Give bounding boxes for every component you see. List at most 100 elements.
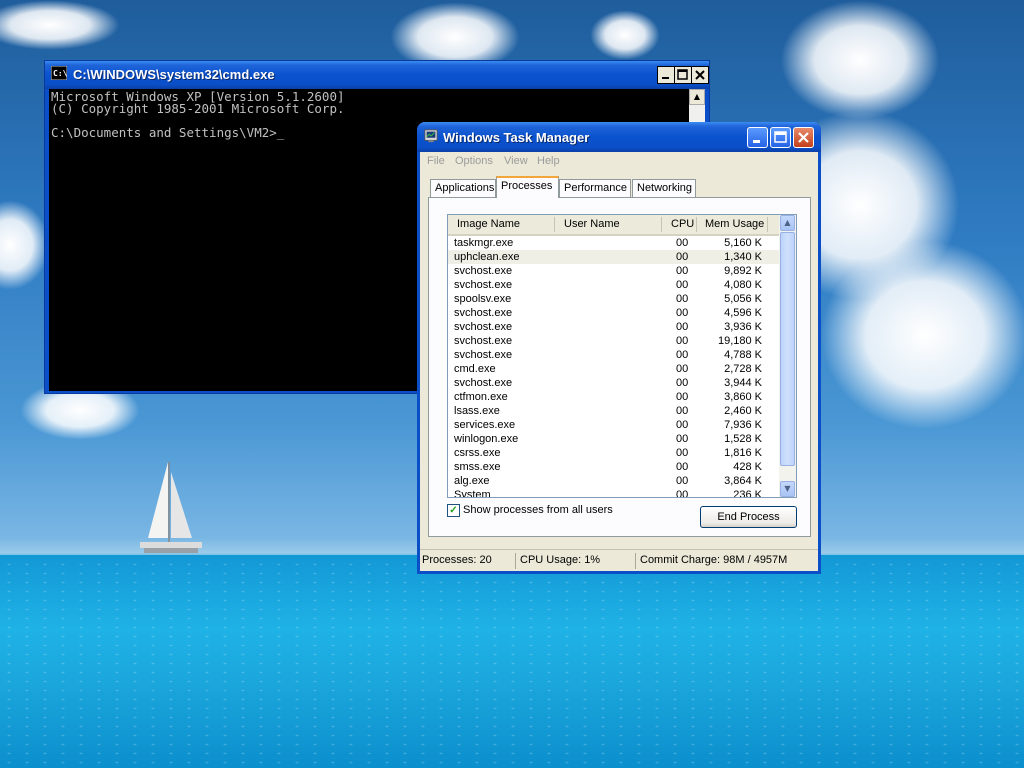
end-process-button[interactable]: End Process — [700, 506, 797, 528]
process-name: taskmgr.exe — [454, 237, 514, 249]
cloud — [820, 240, 1024, 430]
minimize-icon — [662, 77, 669, 79]
task-manager-icon — [424, 129, 438, 143]
table-row[interactable]: svchost.exe 00 4,080 K — [448, 278, 780, 292]
process-cpu: 00 — [676, 237, 689, 249]
process-name: winlogon.exe — [454, 433, 519, 445]
taskmgr-close-button[interactable] — [793, 127, 814, 148]
table-row[interactable]: System 00 236 K — [448, 488, 780, 497]
table-row[interactable]: taskmgr.exe 00 5,160 K — [448, 236, 780, 250]
process-name: cmd.exe — [454, 363, 496, 375]
column-user-name[interactable]: User Name — [564, 218, 620, 230]
arrow-down-icon[interactable]: ▼ — [780, 481, 795, 497]
process-mem-usage: 3,864 K — [724, 475, 762, 487]
process-name: svchost.exe — [454, 335, 513, 347]
process-name: services.exe — [454, 419, 516, 431]
cmd-close-button[interactable] — [691, 66, 709, 84]
table-row[interactable]: services.exe 00 7,936 K — [448, 418, 780, 432]
table-row[interactable]: lsass.exe 00 2,460 K — [448, 404, 780, 418]
table-row[interactable]: svchost.exe 00 9,892 K — [448, 264, 780, 278]
tab-networking[interactable]: Networking — [632, 179, 696, 197]
column-divider[interactable] — [767, 217, 768, 232]
process-cpu: 00 — [676, 363, 689, 375]
process-name: spoolsv.exe — [454, 293, 512, 305]
taskmgr-title: Windows Task Manager — [443, 130, 590, 145]
arrow-up-icon[interactable]: ▲ — [780, 215, 795, 231]
process-name: ctfmon.exe — [454, 391, 508, 403]
process-cpu: 00 — [676, 405, 689, 417]
table-row[interactable]: spoolsv.exe 00 5,056 K — [448, 292, 780, 306]
process-name: csrss.exe — [454, 447, 501, 459]
menu-file[interactable]: File — [427, 155, 445, 167]
process-cpu: 00 — [676, 279, 689, 291]
column-divider[interactable] — [661, 217, 662, 232]
cmd-maximize-button[interactable] — [674, 66, 692, 84]
taskmgr-maximize-button[interactable] — [770, 127, 791, 148]
cmd-titlebar[interactable]: C:\ C:\WINDOWS\system32\cmd.exe — [45, 61, 709, 89]
process-rows: taskmgr.exe 00 5,160 K uphclean.exe 00 1,340 … — [448, 236, 780, 497]
process-name: svchost.exe — [454, 321, 513, 333]
process-mem-usage: 5,160 K — [724, 237, 762, 249]
column-image-name[interactable]: Image Name — [457, 218, 520, 230]
process-name: svchost.exe — [454, 265, 513, 277]
maximize-icon — [677, 69, 688, 80]
task-manager-window[interactable]: Windows Task Manager File Options View H… — [417, 122, 821, 574]
process-name: svchost.exe — [454, 307, 513, 319]
status-commit-charge: Commit Charge: 98M / 4957M — [640, 554, 788, 566]
process-mem-usage: 2,460 K — [724, 405, 762, 417]
minimize-icon — [753, 140, 760, 143]
column-divider[interactable] — [696, 217, 697, 232]
close-icon — [695, 70, 705, 80]
close-icon — [798, 132, 809, 143]
column-divider[interactable] — [554, 217, 555, 232]
taskmgr-minimize-button[interactable] — [747, 127, 768, 148]
table-row[interactable]: svchost.exe 00 4,788 K — [448, 348, 780, 362]
table-row[interactable]: ctfmon.exe 00 3,860 K — [448, 390, 780, 404]
cloud — [0, 200, 50, 290]
process-mem-usage: 1,340 K — [724, 251, 762, 263]
tab-processes[interactable]: Processes — [496, 176, 559, 198]
tab-applications[interactable]: Applications — [430, 179, 496, 197]
status-bar: Processes: 20 CPU Usage: 1% Commit Charg… — [420, 549, 818, 572]
process-list[interactable]: Image Name User Name CPU Mem Usage taskm… — [447, 214, 797, 498]
menu-help[interactable]: Help — [537, 155, 560, 167]
process-cpu: 00 — [676, 335, 689, 347]
process-mem-usage: 2,728 K — [724, 363, 762, 375]
cloud — [780, 0, 940, 120]
status-divider — [635, 553, 636, 569]
process-mem-usage: 428 K — [733, 461, 762, 473]
table-row[interactable]: uphclean.exe 00 1,340 K — [448, 250, 780, 264]
table-row[interactable]: cmd.exe 00 2,728 K — [448, 362, 780, 376]
process-cpu: 00 — [676, 461, 689, 473]
process-list-header: Image Name User Name CPU Mem Usage — [448, 215, 780, 236]
table-row[interactable]: csrss.exe 00 1,816 K — [448, 446, 780, 460]
table-row[interactable]: alg.exe 00 3,864 K — [448, 474, 780, 488]
scrollbar-thumb[interactable] — [780, 232, 795, 466]
table-row[interactable]: winlogon.exe 00 1,528 K — [448, 432, 780, 446]
table-row[interactable]: svchost.exe 00 3,936 K — [448, 320, 780, 334]
menu-options[interactable]: Options — [455, 155, 493, 167]
process-cpu: 00 — [676, 447, 689, 459]
table-row[interactable]: svchost.exe 00 3,944 K — [448, 376, 780, 390]
menu-view[interactable]: View — [504, 155, 528, 167]
cmd-minimize-button[interactable] — [657, 66, 675, 84]
table-row[interactable]: svchost.exe 00 4,596 K — [448, 306, 780, 320]
process-name: lsass.exe — [454, 405, 500, 417]
process-mem-usage: 1,816 K — [724, 447, 762, 459]
process-cpu: 00 — [676, 391, 689, 403]
column-mem-usage[interactable]: Mem Usage — [705, 218, 764, 230]
cmd-title: C:\WINDOWS\system32\cmd.exe — [73, 67, 275, 82]
svg-text:C:\: C:\ — [53, 69, 67, 78]
process-cpu: 00 — [676, 307, 689, 319]
table-row[interactable]: smss.exe 00 428 K — [448, 460, 780, 474]
table-row[interactable]: svchost.exe 00 19,180 K — [448, 334, 780, 348]
tab-performance[interactable]: Performance — [559, 179, 631, 197]
process-list-scrollbar[interactable]: ▲ ▼ — [779, 215, 796, 497]
taskmgr-titlebar[interactable]: Windows Task Manager — [417, 122, 821, 152]
console-icon: C:\ — [51, 66, 67, 80]
arrow-up-icon[interactable]: ▲ — [689, 89, 705, 105]
process-cpu: 00 — [676, 475, 689, 487]
column-cpu[interactable]: CPU — [671, 218, 694, 230]
checkmark-icon[interactable]: ✓ — [447, 504, 460, 517]
process-name: smss.exe — [454, 461, 501, 473]
